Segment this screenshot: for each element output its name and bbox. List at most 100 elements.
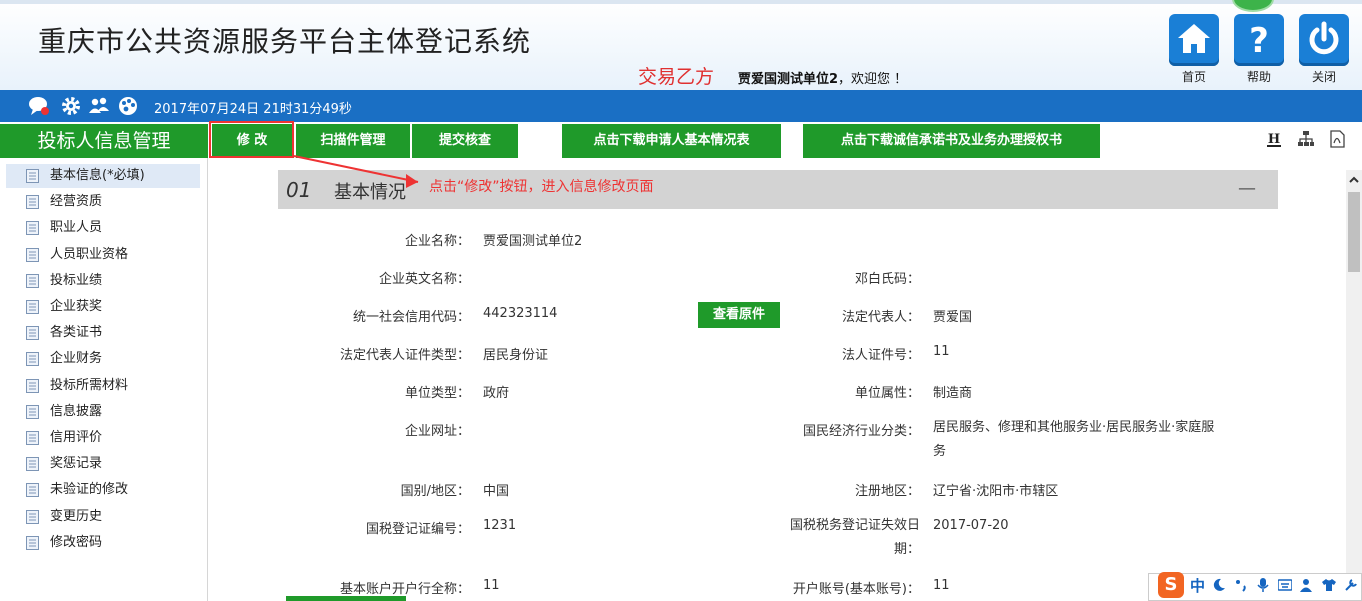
sidebar-item[interactable]: 修改密码 <box>6 531 200 555</box>
section-title: 投标人信息管理 <box>0 124 208 158</box>
help-button[interactable]: ? <box>1234 14 1284 66</box>
download-letter-button[interactable]: 点击下载诚信承诺书及业务办理授权书 <box>803 124 1100 158</box>
edit-highlight-box <box>209 121 294 158</box>
home-icon <box>1178 24 1210 53</box>
current-datetime: 2017年07月24日 21时31分49秒 <box>154 102 352 117</box>
document-icon <box>26 535 39 550</box>
unit-type-value: 政府 <box>483 386 510 401</box>
welcome-suffix: ，欢迎您 ！ <box>838 72 908 87</box>
close-label: 关闭 <box>1311 70 1336 84</box>
tax-no-value: 1231 <box>483 518 517 533</box>
unit-attr-value: 制造商 <box>933 386 973 401</box>
app-title: 重庆市公共资源服务平台主体登记系统 <box>38 25 532 58</box>
document-icon <box>26 326 39 341</box>
website-label: 企业网址： <box>404 424 470 439</box>
document-icon <box>26 221 39 236</box>
industry-value: 居民服务、修理和其他服务业·居民服务业·家庭服务 <box>933 420 1215 459</box>
svg-text:?: ? <box>1249 21 1269 59</box>
sidebar-item[interactable]: 投标业绩 <box>6 269 200 293</box>
tax-expire-value: 2017-07-20 <box>933 518 1009 533</box>
bottom-indicator <box>286 596 406 601</box>
unit-attr-label: 单位属性： <box>854 386 920 401</box>
top-strip <box>0 0 1362 4</box>
moon-icon[interactable] <box>1212 578 1226 592</box>
mic-icon[interactable] <box>1256 578 1270 592</box>
close-button[interactable] <box>1299 14 1349 66</box>
document-icon <box>26 457 39 472</box>
sidebar-item[interactable]: 企业财务 <box>6 347 200 371</box>
sidebar-item[interactable]: 信息披露 <box>6 400 200 424</box>
home-button[interactable] <box>1169 14 1219 66</box>
sidebar-item[interactable]: 信用评价 <box>6 426 200 450</box>
user-name: 贾爱国测试单位2 <box>738 72 839 87</box>
rep-id-type-label: 法定代表人证件类型： <box>339 348 470 363</box>
sidebar-item-label: 经营资质 <box>50 194 103 210</box>
tutorial-annotation: 点击“修改”按钮，进入信息修改页面 <box>429 179 654 195</box>
document-icon <box>26 352 39 367</box>
sidebar-item[interactable]: 企业获奖 <box>6 295 200 319</box>
sidebar-item[interactable]: 基本信息(*必填) <box>6 164 200 188</box>
chat-icon[interactable] <box>28 95 50 117</box>
sidebar-item[interactable]: 经营资质 <box>6 190 200 214</box>
shirt-icon[interactable] <box>1322 578 1336 592</box>
document-icon <box>26 273 39 288</box>
user-icon[interactable] <box>1300 578 1314 592</box>
document-icon <box>26 483 39 498</box>
sidebar-item[interactable]: 职业人员 <box>6 216 200 240</box>
scrollbar-thumb[interactable] <box>1348 192 1360 272</box>
tools-icon[interactable] <box>1344 578 1358 592</box>
collapse-button[interactable]: — <box>1238 178 1256 199</box>
sidebar-item-label: 职业人员 <box>50 220 103 236</box>
industry-label: 国民经济行业分类： <box>802 424 920 439</box>
download-basic-button[interactable]: 点击下载申请人基本情况表 <box>562 124 781 158</box>
sidebar-item[interactable]: 未验证的修改 <box>6 478 200 502</box>
org-chart-icon[interactable] <box>1297 130 1315 148</box>
english-name-label: 企业英文名称： <box>378 272 470 287</box>
duns-label: 邓白氏码： <box>854 272 920 287</box>
punct-icon[interactable] <box>1234 578 1248 592</box>
legal-rep-value: 贾爱国 <box>933 310 973 325</box>
sidebar-item-label: 信息披露 <box>50 403 103 419</box>
sidebar-item-label: 投标业绩 <box>50 272 103 288</box>
sidebar-item-label: 变更历史 <box>50 508 103 524</box>
sidebar-item[interactable]: 人员职业资格 <box>6 243 200 267</box>
reg-area-value: 辽宁省·沈阳市·市辖区 <box>933 484 1059 499</box>
sidebar-item-label: 各类证书 <box>50 325 103 341</box>
annotation-arrow <box>293 155 419 188</box>
role-label: 交易乙方 <box>638 66 715 88</box>
svg-text:H: H <box>1268 132 1280 147</box>
document-icon <box>26 378 39 393</box>
country-label: 国别/地区： <box>400 484 470 499</box>
country-value: 中国 <box>483 484 510 499</box>
account-no-label: 开户账号(基本账号)： <box>792 582 920 597</box>
sidebar-item-label: 企业财务 <box>50 351 103 367</box>
document-icon <box>26 195 39 210</box>
sidebar-item[interactable]: 奖惩记录 <box>6 452 200 476</box>
ime-mode[interactable]: 中 <box>1190 575 1205 596</box>
unit-type-label: 单位类型： <box>404 386 470 401</box>
power-icon <box>1309 21 1339 55</box>
h-icon[interactable]: H <box>1265 130 1283 148</box>
rep-id-no-value: 11 <box>933 344 950 359</box>
sidebar-item-label: 奖惩记录 <box>50 456 103 472</box>
keyboard-icon[interactable] <box>1278 578 1292 592</box>
rep-id-no-label: 法人证件号： <box>841 348 920 363</box>
help-icon: ? <box>1249 21 1269 59</box>
pdf-icon[interactable] <box>1328 130 1346 148</box>
legal-rep-label: 法定代表人： <box>841 310 920 325</box>
palette-icon[interactable] <box>117 95 139 117</box>
rep-id-type-value: 居民身份证 <box>483 348 549 363</box>
welcome-text: 贾爱国测试单位2，欢迎您 ！ <box>738 68 907 87</box>
tax-no-label: 国税登记证编号： <box>365 522 470 537</box>
ime-logo[interactable]: S <box>1158 572 1184 598</box>
gear-icon[interactable] <box>60 95 82 117</box>
sidebar-item-label: 信用评价 <box>50 430 103 445</box>
credit-code-label: 统一社会信用代码： <box>352 310 470 325</box>
sidebar-item[interactable]: 变更历史 <box>6 505 200 529</box>
scroll-up-icon[interactable] <box>1348 174 1360 186</box>
sidebar-item[interactable]: 投标所需材料 <box>6 374 200 398</box>
sidebar-item-label: 企业获奖 <box>50 299 103 314</box>
bank-name-value: 11 <box>483 578 500 593</box>
sidebar-item[interactable]: 各类证书 <box>6 321 200 345</box>
users-icon[interactable] <box>88 95 110 117</box>
